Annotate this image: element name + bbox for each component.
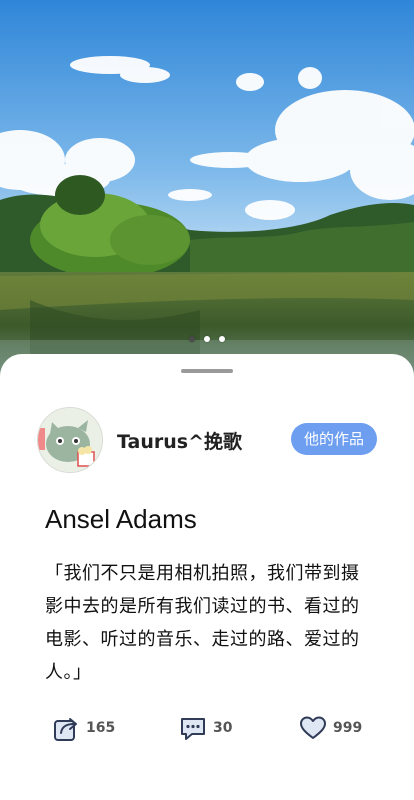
- carousel-dot-3[interactable]: [219, 336, 225, 342]
- post-title: Ansel Adams: [45, 504, 197, 534]
- share-button[interactable]: 165: [52, 714, 115, 742]
- author-name[interactable]: Taurus^挽歌: [117, 427, 242, 454]
- heart-icon: [300, 716, 326, 739]
- post-quote: 「我们不只是用相机拍照，我们带到摄影中去的是所有我们读过的书、看过的电影、听过的…: [45, 563, 360, 683]
- carousel-dot-1[interactable]: [189, 336, 195, 342]
- share-icon: [54, 718, 77, 741]
- carousel-indicator[interactable]: [0, 336, 414, 342]
- like-button[interactable]: 999: [299, 714, 362, 742]
- comment-count: 30: [213, 720, 233, 736]
- cat-with-popcorn-avatar: [38, 408, 102, 472]
- detail-sheet: Taurus^挽歌 他的作品 Ansel Adams 「我们不只是用相机拍照，我…: [0, 354, 414, 800]
- comment-icon: [181, 718, 205, 740]
- comment-button[interactable]: 30: [179, 714, 232, 742]
- share-count: 165: [86, 720, 116, 736]
- like-count: 999: [333, 720, 363, 736]
- author-row: Taurus^挽歌 他的作品: [37, 407, 377, 473]
- landscape-image: [0, 0, 414, 380]
- view-works-button[interactable]: 他的作品: [290, 423, 377, 455]
- avatar[interactable]: [37, 407, 103, 473]
- sheet-drag-handle[interactable]: [181, 369, 233, 373]
- hero-image[interactable]: [0, 0, 414, 380]
- action-bar: 165 30 999: [0, 714, 414, 748]
- carousel-dot-2[interactable]: [204, 336, 210, 342]
